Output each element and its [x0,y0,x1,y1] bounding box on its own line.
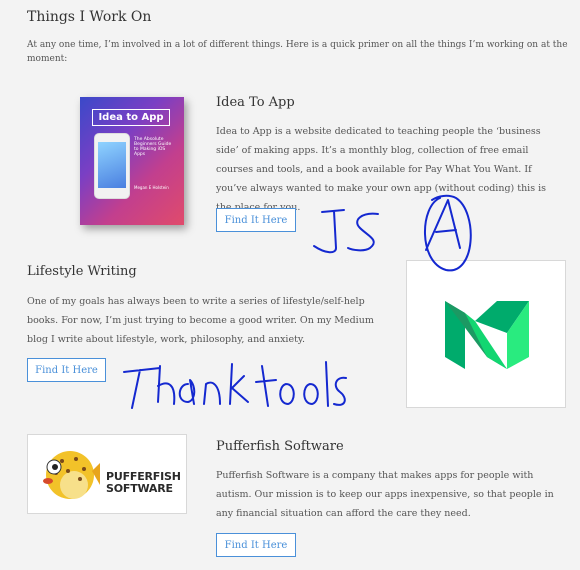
scribble-thank [123,363,249,409]
scribble-tools [255,361,347,407]
scribble-circle [424,194,472,272]
scribble-j [313,209,345,254]
handwritten-annotations [123,194,472,409]
scribble-s [347,212,379,252]
